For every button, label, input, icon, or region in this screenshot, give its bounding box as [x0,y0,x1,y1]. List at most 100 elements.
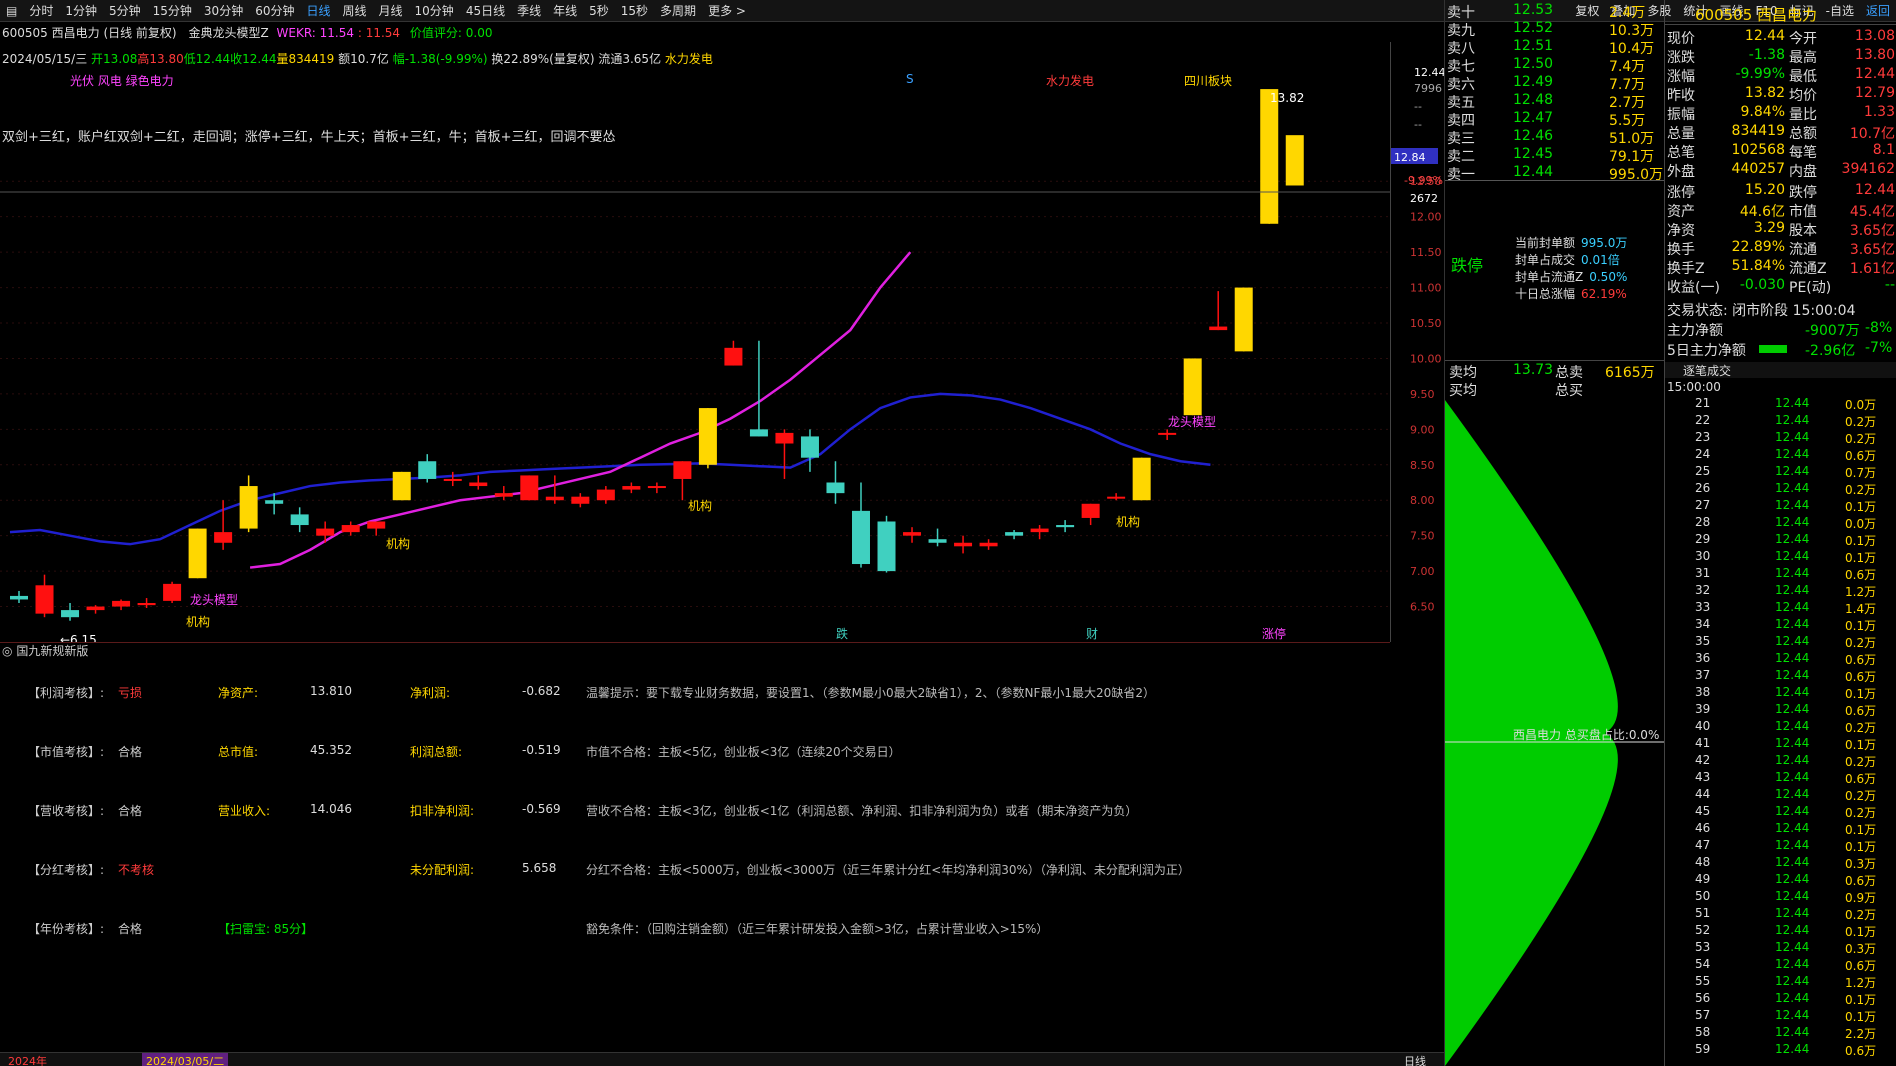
tick-price: 12.44 [1775,1008,1810,1022]
orderbook-divider [1445,180,1664,181]
limit-row-value: 62.19% [1581,287,1627,301]
sub-cell: 合格 [118,804,143,818]
tick-volume: 0.1万 [1845,687,1877,701]
kline-chart-area[interactable]: 600505 西昌电力 (日线 前复权) 金典龙头模型Z WEKR: 11.54… [0,22,1444,1066]
ask-row[interactable]: 卖二 12.45 79.1万 [1445,146,1664,165]
quote-label: 振幅 [1667,107,1695,123]
ask-row[interactable]: 卖一 12.44 995.0万 [1445,164,1664,183]
ask-row[interactable]: 卖五 12.48 2.7万 [1445,92,1664,111]
quote-value: -- [1884,277,1895,293]
main-net5-row: 5日主力净额 -2.96亿 -7% [1665,340,1896,360]
tick-time: 37 [1695,668,1711,682]
tick-time: 27 [1695,498,1711,512]
ask-row[interactable]: 卖六 12.49 7.7万 [1445,74,1664,93]
tick-time: 59 [1695,1042,1711,1056]
limit-row: 封单占成交 0.01倍 [1515,251,1620,268]
ask-row[interactable]: 卖九 12.52 10.3万 [1445,20,1664,39]
tick-row: 59 12.44 0.6万 [1665,1042,1896,1059]
period-tab[interactable]: 周线 [337,0,373,21]
candle-body [1005,532,1024,536]
tick-price: 12.44 [1775,804,1810,818]
ask-row[interactable]: 卖七 12.50 7.4万 [1445,56,1664,75]
quote-value: -9.99% [1735,66,1785,82]
tick-price: 12.44 [1775,668,1810,682]
tick-time: 56 [1695,991,1711,1005]
period-tab[interactable]: 45日线 [460,0,511,21]
period-tab[interactable]: 1分钟 [59,0,103,21]
tick-price: 12.44 [1775,940,1810,954]
tick-price: 12.44 [1775,1042,1810,1056]
ask-price: 12.46 [1513,128,1554,144]
period-tab[interactable]: 10分钟 [409,0,460,21]
period-tab[interactable]: 月线 [373,0,409,21]
period-tab[interactable]: 5秒 [583,0,615,21]
tick-row: 51 12.44 0.2万 [1665,906,1896,923]
ask-row[interactable]: 卖八 12.51 10.4万 [1445,38,1664,57]
ask-row[interactable]: 卖四 12.47 5.5万 [1445,110,1664,129]
ask-level: 卖八 [1447,41,1475,57]
tick-price: 12.44 [1775,719,1810,733]
period-tab[interactable]: 15分钟 [147,0,198,21]
candle-body [877,521,896,572]
period-tab[interactable]: 5分钟 [103,0,147,21]
period-tab[interactable]: 分时 [23,0,59,21]
tick-price: 12.44 [1775,974,1810,988]
period-tab[interactable]: 多周期 [654,0,702,21]
tick-time: 46 [1695,821,1711,835]
quote-label: 收益(一) [1667,280,1720,296]
ask-row[interactable]: 卖三 12.46 51.0万 [1445,128,1664,147]
quote-value: 10.7亿 [1849,126,1895,142]
sub-cell: 净利润: [410,686,451,700]
tick-price: 12.44 [1775,481,1810,495]
period-tab[interactable]: 季线 [511,0,547,21]
limit-row: 当前封单额 995.0万 [1515,234,1627,251]
tick-time: 39 [1695,702,1711,716]
tick-time: 45 [1695,804,1711,818]
quote-label: 跌停 [1789,185,1817,201]
ask-row[interactable]: 卖十 12.53 2.4万 [1445,2,1664,21]
tick-price: 12.44 [1775,498,1810,512]
tick-row: 24 12.44 0.6万 [1665,447,1896,464]
candlestick-chart[interactable]: 12.5012.0011.5011.0010.5010.009.509.008.… [0,22,1444,642]
quote-label: 资产 [1667,204,1695,220]
sub-cell: 【利润考核】: [28,686,105,700]
period-tab[interactable]: 30分钟 [198,0,249,21]
candle-body [1285,135,1304,186]
tick-time: 33 [1695,600,1711,614]
candle-body [826,482,845,494]
tick-row: 42 12.44 0.2万 [1665,753,1896,770]
main-net-pct: -8% [1865,320,1893,336]
chart-annotation: ←6.15 [60,633,97,642]
tick-price: 12.44 [1775,1025,1810,1039]
quote-value: 13.82 [1744,85,1785,101]
period-tab[interactable]: 60分钟 [249,0,300,21]
tick-time: 32 [1695,583,1711,597]
sub-cell: 合格 [118,745,143,759]
tick-time: 29 [1695,532,1711,546]
tick-time: 55 [1695,974,1711,988]
period-tab[interactable]: 更多 > [702,0,752,21]
limit-row-label: 当前封单额 [1515,236,1576,250]
candle-body [673,461,692,479]
tick-price: 12.44 [1775,838,1810,852]
menu-icon[interactable]: ▤ [0,0,23,21]
ticks-title[interactable]: 逐笔成交 [1683,362,1731,379]
candle-body [265,500,284,504]
period-tab[interactable]: 年线 [547,0,583,21]
period-tab[interactable]: 15秒 [615,0,654,21]
collapse-icon[interactable]: ◎ [2,644,12,658]
tick-volume: 0.2万 [1845,908,1877,922]
quote-value: 13.80 [1854,47,1895,63]
tick-time: 35 [1695,634,1711,648]
tick-time: 24 [1695,447,1711,461]
tick-time: 42 [1695,753,1711,767]
candle-body [928,539,947,543]
ask-level: 卖七 [1447,59,1475,75]
tick-row: 52 12.44 0.1万 [1665,923,1896,940]
tick-time: 53 [1695,940,1711,954]
period-tab[interactable]: 日线 [300,0,336,21]
tick-price: 12.44 [1775,821,1810,835]
ask-price: 12.52 [1513,20,1554,36]
time-axis-period: 日线 [1404,1055,1426,1066]
quote-value: 12.44 [1744,28,1785,44]
